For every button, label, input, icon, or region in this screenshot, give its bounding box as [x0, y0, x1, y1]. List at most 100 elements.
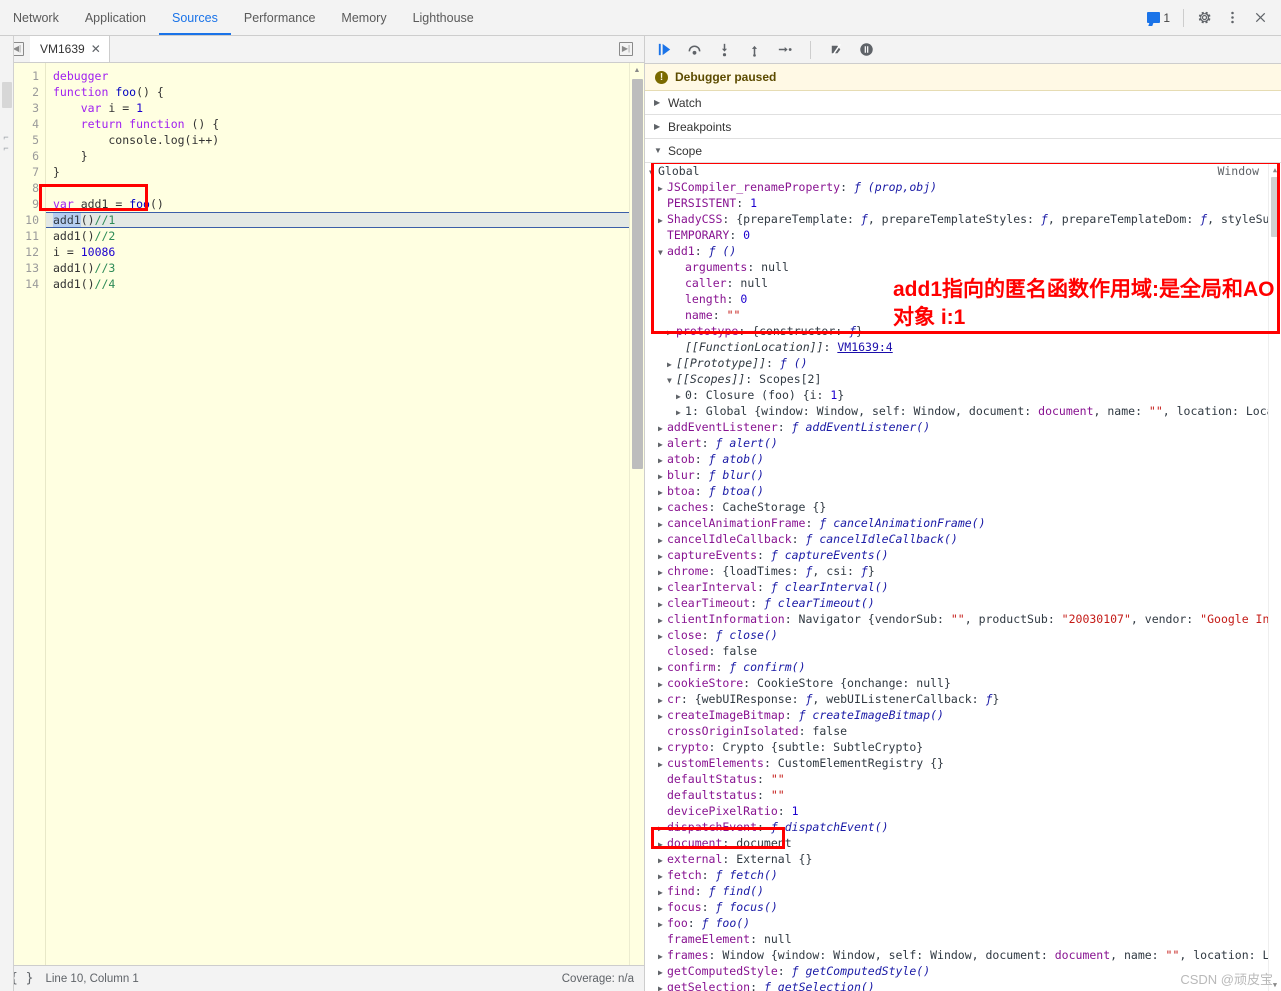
scope-row[interactable]: closed: false	[645, 643, 1281, 659]
tab-sources[interactable]: Sources	[159, 0, 231, 35]
scope-row[interactable]: defaultStatus: ""	[645, 771, 1281, 787]
chevron-right-icon[interactable]: ▶	[658, 981, 667, 991]
scope-row[interactable]: ▶ captureEvents: ƒ captureEvents()	[645, 547, 1281, 563]
editor-vertical-scrollbar[interactable]: ▲	[629, 63, 644, 965]
resume-script-execution-icon[interactable]	[655, 40, 674, 59]
scope-row[interactable]: ▶ createImageBitmap: ƒ createImageBitmap(…	[645, 707, 1281, 723]
scope-row[interactable]: devicePixelRatio: 1	[645, 803, 1281, 819]
chevron-right-icon[interactable]: ▶	[658, 709, 667, 723]
scope-row[interactable]: ▶ btoa: ƒ btoa()	[645, 483, 1281, 499]
scope-row[interactable]: PERSISTENT: 1	[645, 195, 1281, 211]
code-line[interactable]: i = 10086	[46, 244, 644, 260]
chevron-right-icon[interactable]: ▶	[667, 357, 676, 371]
chevron-right-icon[interactable]: ▶	[658, 629, 667, 643]
tab-network[interactable]: Network	[0, 0, 72, 35]
scope-row[interactable]: ▶ dispatchEvent: ƒ dispatchEvent()	[645, 819, 1281, 835]
scope-row[interactable]: ▶ crypto: Crypto {subtle: SubtleCrypto}	[645, 739, 1281, 755]
gear-icon[interactable]	[1191, 5, 1217, 31]
chevron-right-icon[interactable]: ▶	[658, 549, 667, 563]
chevron-right-icon[interactable]: ▶	[658, 917, 667, 931]
scope-row[interactable]: [[FunctionLocation]]: VM1639:4	[645, 339, 1281, 355]
code-line[interactable]: debugger	[46, 68, 644, 84]
close-tab-icon[interactable]: ✕	[91, 42, 101, 56]
chevron-right-icon[interactable]: ▶	[658, 485, 667, 499]
code-line-current-execution[interactable]: add1()//1	[46, 212, 644, 228]
chevron-right-icon[interactable]: ▶	[658, 821, 667, 835]
scope-row[interactable]: ▶ [[Prototype]]: ƒ ()	[645, 355, 1281, 371]
pause-on-exceptions-icon[interactable]	[857, 40, 876, 59]
chevron-right-icon[interactable]: ▶	[658, 949, 667, 963]
chevron-right-icon[interactable]: ▶	[658, 741, 667, 755]
chevron-down-icon[interactable]: ▼	[658, 245, 667, 259]
code-line[interactable]: var add1 = foo()	[46, 196, 644, 212]
scope-tree[interactable]: ▼ Global Window ▶ JSCompiler_renameProperty:…	[645, 163, 1281, 991]
navigator-collapsed-strip[interactable]: ⌐⌐	[0, 36, 14, 991]
section-breakpoints[interactable]: ▶ Breakpoints	[645, 115, 1281, 139]
section-scope[interactable]: ▼ Scope	[645, 139, 1281, 163]
scope-row[interactable]: ▶ customElements: CustomElementRegistry {…	[645, 755, 1281, 771]
kebab-menu-icon[interactable]	[1219, 5, 1245, 31]
chevron-right-icon[interactable]: ▶	[667, 325, 676, 339]
scope-row[interactable]: arguments: null	[645, 259, 1281, 275]
scope-row[interactable]: ▶ fetch: ƒ fetch()	[645, 867, 1281, 883]
scope-row[interactable]: ▼ [[Scopes]]: Scopes[2]	[645, 371, 1281, 387]
scope-row[interactable]: frameElement: null	[645, 931, 1281, 947]
scope-row[interactable]: ▼ Global Window	[645, 163, 1281, 179]
scope-row[interactable]: ▶ caches: CacheStorage {}	[645, 499, 1281, 515]
scope-row[interactable]: ▶ clearTimeout: ƒ clearTimeout()	[645, 595, 1281, 611]
step-into-next-function-call-icon[interactable]	[715, 40, 734, 59]
scope-row[interactable]: ▶ alert: ƒ alert()	[645, 435, 1281, 451]
scope-row[interactable]: ▶ addEventListener: ƒ addEventListener()	[645, 419, 1281, 435]
scope-row[interactable]: ▶ 1: Global {window: Window, self: Window…	[645, 403, 1281, 419]
step-icon[interactable]	[775, 40, 794, 59]
chevron-right-icon[interactable]: ▶	[658, 853, 667, 867]
scope-row[interactable]: ▶ external: External {}	[645, 851, 1281, 867]
step-over-next-function-call-icon[interactable]	[685, 40, 704, 59]
section-watch[interactable]: ▶ Watch	[645, 91, 1281, 115]
chevron-right-icon[interactable]: ▶	[658, 757, 667, 771]
chevron-right-icon[interactable]: ▶	[658, 181, 667, 195]
tab-lighthouse[interactable]: Lighthouse	[400, 0, 487, 35]
scope-row[interactable]: ▶ confirm: ƒ confirm()	[645, 659, 1281, 675]
chevron-right-icon[interactable]: ▶	[658, 885, 667, 899]
scope-row[interactable]: ▼ add1: ƒ ()	[645, 243, 1281, 259]
chevron-right-icon[interactable]: ▶	[658, 501, 667, 515]
code-line[interactable]: function foo() {	[46, 84, 644, 100]
tab-performance[interactable]: Performance	[231, 0, 329, 35]
code-line[interactable]: }	[46, 164, 644, 180]
code-line[interactable]: return function () {	[46, 116, 644, 132]
file-tab-vm1639[interactable]: VM1639 ✕	[30, 36, 110, 62]
step-out-of-current-function-icon[interactable]	[745, 40, 764, 59]
code-line[interactable]: add1()//2	[46, 228, 644, 244]
code-editor[interactable]: 1 2 3 4 5 6 7 8 9 10 11 12 13 14 debugger function foo…	[0, 63, 644, 965]
chevron-right-icon[interactable]: ▶	[658, 901, 667, 915]
chevron-right-icon[interactable]: ▶	[658, 469, 667, 483]
chevron-right-icon[interactable]: ▶	[658, 837, 667, 851]
scope-row[interactable]: ▶ 0: Closure (foo) {i: 1}	[645, 387, 1281, 403]
code-line[interactable]: console.log(i++)	[46, 132, 644, 148]
scope-row[interactable]: ▶ focus: ƒ focus()	[645, 899, 1281, 915]
scope-row[interactable]: ▶ close: ƒ close()	[645, 627, 1281, 643]
tab-application[interactable]: Application	[72, 0, 159, 35]
scope-row[interactable]: ▶ JSCompiler_renameProperty: ƒ (prop,obj)	[645, 179, 1281, 195]
scope-row[interactable]: ▶ clientInformation: Navigator {vendorSub…	[645, 611, 1281, 627]
chevron-right-icon[interactable]: ▶	[658, 437, 667, 451]
source-location-link[interactable]: VM1639:4	[837, 340, 892, 354]
scope-scroll-up-arrow-icon[interactable]: ▲	[1269, 163, 1281, 176]
scope-row[interactable]: ▶ atob: ƒ atob()	[645, 451, 1281, 467]
chevron-right-icon[interactable]: ▶	[658, 597, 667, 611]
chevron-right-icon[interactable]: ▶	[658, 869, 667, 883]
code-line[interactable]: add1()//4	[46, 276, 644, 292]
show-debugger-sidebar-icon[interactable]: ▶|	[615, 42, 637, 56]
code-line[interactable]: add1()//3	[46, 260, 644, 276]
scope-row[interactable]: ▶ cookieStore: CookieStore {onchange: nul…	[645, 675, 1281, 691]
chevron-right-icon[interactable]: ▶	[658, 453, 667, 467]
message-count-badge[interactable]: 1	[1144, 8, 1176, 28]
chevron-right-icon[interactable]: ▶	[658, 421, 667, 435]
editor-scrollbar-thumb[interactable]	[632, 79, 643, 469]
code-line[interactable]: }	[46, 148, 644, 164]
chevron-right-icon[interactable]: ▶	[676, 389, 685, 403]
scope-scrollbar-thumb[interactable]	[1271, 177, 1280, 237]
chevron-right-icon[interactable]: ▶	[658, 581, 667, 595]
chevron-right-icon[interactable]: ▶	[658, 677, 667, 691]
